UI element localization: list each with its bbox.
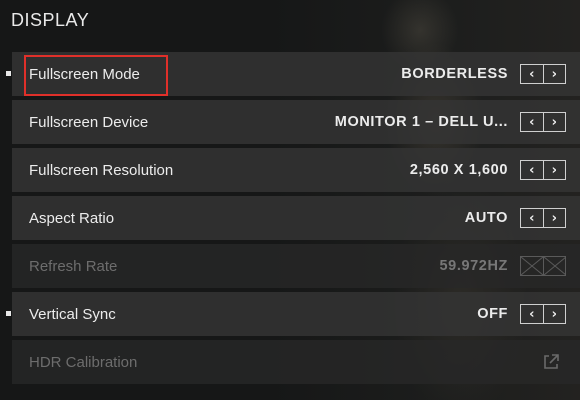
- option-selector: ‹ ›: [520, 208, 566, 228]
- option-selector: ‹ ›: [520, 304, 566, 324]
- option-selector: ‹ ›: [520, 64, 566, 84]
- setting-row-aspect-ratio[interactable]: Aspect Ratio AUTO ‹ ›: [12, 196, 580, 240]
- setting-label: Fullscreen Mode: [29, 65, 140, 83]
- setting-value: BORDERLESS: [401, 66, 508, 82]
- section-title: DISPLAY: [11, 10, 90, 30]
- next-option-disabled-icon: [544, 257, 566, 275]
- prev-option-button[interactable]: ‹: [521, 209, 544, 227]
- setting-label: Aspect Ratio: [29, 209, 115, 227]
- setting-value: MONITOR 1 – DELL U...: [334, 114, 508, 130]
- prev-option-disabled-icon: [521, 257, 544, 275]
- setting-value: 2,560 X 1,600: [409, 162, 508, 178]
- prev-option-button[interactable]: ‹: [521, 161, 544, 179]
- prev-option-button[interactable]: ‹: [521, 113, 544, 131]
- prev-option-button[interactable]: ‹: [521, 305, 544, 323]
- settings-screen: DISPLAY Fullscreen Mode BORDERLESS ‹ › F…: [0, 0, 580, 400]
- settings-list: Fullscreen Mode BORDERLESS ‹ › Fullscree…: [6, 52, 580, 388]
- modified-indicator: [6, 71, 11, 76]
- setting-row-vertical-sync[interactable]: Vertical Sync OFF ‹ ›: [6, 292, 580, 336]
- cross-icon: [521, 257, 543, 275]
- setting-row-refresh-rate: Refresh Rate 59.972HZ: [12, 244, 580, 288]
- next-option-button[interactable]: ›: [544, 161, 566, 179]
- option-selector: ‹ ›: [520, 160, 566, 180]
- prev-option-button[interactable]: ‹: [521, 65, 544, 83]
- external-link-icon: [544, 354, 559, 369]
- option-selector: ‹ ›: [520, 112, 566, 132]
- setting-value: OFF: [477, 306, 508, 322]
- setting-row-fullscreen-mode[interactable]: Fullscreen Mode BORDERLESS ‹ ›: [6, 52, 580, 96]
- setting-value: 59.972HZ: [439, 258, 508, 274]
- next-option-button[interactable]: ›: [544, 65, 566, 83]
- setting-label: Fullscreen Device: [29, 113, 149, 131]
- cross-icon: [544, 257, 566, 275]
- setting-row-fullscreen-device[interactable]: Fullscreen Device MONITOR 1 – DELL U... …: [12, 100, 580, 144]
- option-selector-disabled: [520, 256, 566, 276]
- next-option-button[interactable]: ›: [544, 305, 566, 323]
- modified-indicator: [6, 311, 11, 316]
- setting-row-hdr-calibration: HDR Calibration: [12, 340, 580, 384]
- setting-label: HDR Calibration: [29, 353, 138, 371]
- setting-label: Fullscreen Resolution: [29, 161, 174, 179]
- setting-label: Refresh Rate: [29, 257, 118, 275]
- next-option-button[interactable]: ›: [544, 209, 566, 227]
- setting-row-fullscreen-resolution[interactable]: Fullscreen Resolution 2,560 X 1,600 ‹ ›: [12, 148, 580, 192]
- setting-label: Vertical Sync: [29, 305, 116, 323]
- next-option-button[interactable]: ›: [544, 113, 566, 131]
- setting-value: AUTO: [464, 210, 508, 226]
